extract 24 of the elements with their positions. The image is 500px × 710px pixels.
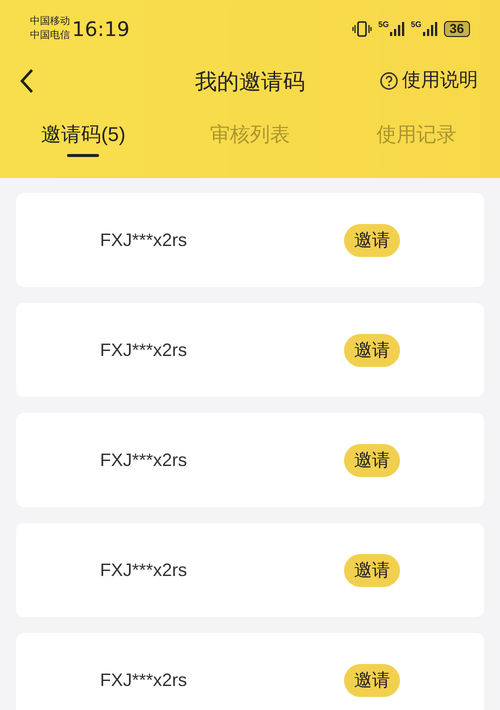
network-label: 5G xyxy=(378,21,389,29)
vibrate-icon xyxy=(352,21,372,37)
invite-code: FXJ***x2rs xyxy=(100,558,188,582)
back-icon xyxy=(20,68,34,94)
battery-indicator: 36 xyxy=(444,21,470,37)
signal-icon xyxy=(388,21,405,37)
network-label: 5G xyxy=(410,21,422,29)
invite-code: FXJ***x2rs xyxy=(100,338,188,362)
help-link[interactable]: 使用说明 xyxy=(380,66,478,96)
invite-code: FXJ***x2rs xyxy=(100,448,188,472)
invite-code: FXJ***x2rs xyxy=(100,668,188,692)
help-icon xyxy=(380,72,398,90)
carrier-label: 中国移动 xyxy=(30,15,70,29)
invite-button[interactable]: 邀请 xyxy=(344,664,400,696)
tab[interactable]: 邀请码(5) xyxy=(0,118,167,170)
invite-button[interactable]: 邀请 xyxy=(344,444,400,476)
invite-button[interactable]: 邀请 xyxy=(344,334,400,366)
invite-code: FXJ***x2rs xyxy=(100,228,188,252)
carrier-label: 中国电信 xyxy=(30,29,70,43)
signal-icon xyxy=(422,21,438,37)
invite-button[interactable]: 邀请 xyxy=(344,554,400,586)
invite-button[interactable]: 邀请 xyxy=(344,224,400,256)
status-time: 16:19 xyxy=(72,16,130,43)
page-title: 我的邀请码 xyxy=(195,68,305,96)
